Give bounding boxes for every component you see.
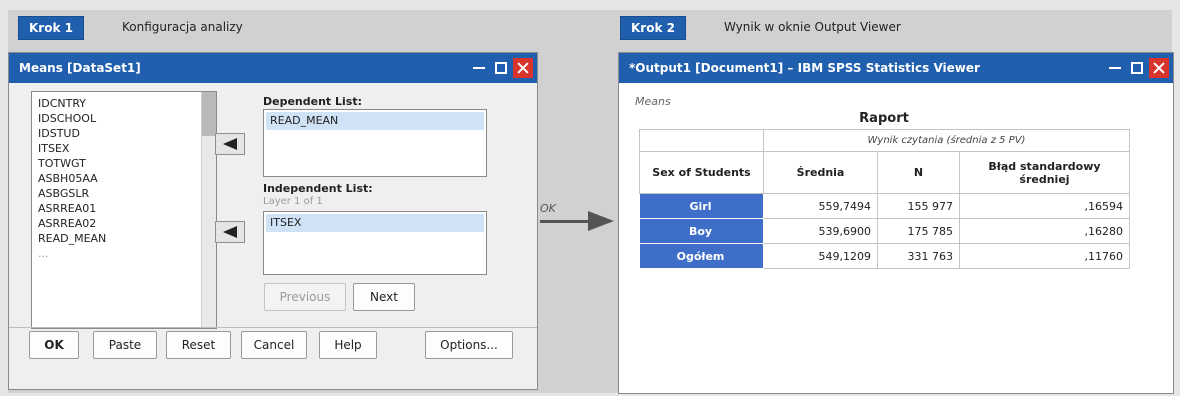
variable-list-scrollbar[interactable] bbox=[201, 92, 216, 328]
connector-label: OK bbox=[540, 202, 556, 215]
viewer-title: *Output1 [Document1] – IBM SPSS Statisti… bbox=[629, 61, 980, 75]
arrow-right-icon bbox=[588, 211, 614, 231]
means-caption: Means bbox=[635, 95, 671, 108]
column-header: Błąd standardowy średniej bbox=[959, 151, 1130, 194]
connector-arrow-line bbox=[540, 220, 592, 223]
cancel-button[interactable]: Cancel bbox=[241, 331, 307, 359]
row-header: Ogółem bbox=[639, 243, 764, 269]
dependent-list[interactable]: READ_MEAN bbox=[263, 109, 487, 177]
scrollbar-thumb[interactable] bbox=[202, 92, 216, 136]
help-button[interactable]: Help bbox=[319, 331, 377, 359]
close-icon[interactable] bbox=[513, 58, 533, 78]
step1-description: Konfiguracja analizy bbox=[122, 20, 243, 34]
maximize-icon[interactable] bbox=[491, 58, 511, 78]
move-to-independent-button[interactable] bbox=[215, 221, 245, 243]
minimize-icon[interactable] bbox=[469, 58, 489, 78]
report-table: Wynik czytania (średnia z 5 PV) Sex of S… bbox=[639, 129, 1130, 269]
row-header: Boy bbox=[639, 218, 764, 244]
independent-item[interactable]: ITSEX bbox=[266, 214, 484, 232]
list-item[interactable]: ASBH05AA bbox=[38, 171, 216, 186]
table-row: Ogółem 549,1209 331 763 ,11760 bbox=[639, 243, 1130, 269]
column-header: Sex of Students bbox=[639, 151, 764, 194]
table-row: Girl 559,7494 155 977 ,16594 bbox=[639, 193, 1130, 219]
viewer-titlebar[interactable]: *Output1 [Document1] – IBM SPSS Statisti… bbox=[619, 53, 1173, 83]
means-dialog: Means [DataSet1] IDCNTRY IDSCHOOL IDSTUD… bbox=[8, 52, 538, 390]
means-dialog-title: Means [DataSet1] bbox=[19, 61, 141, 75]
independent-list[interactable]: ITSEX bbox=[263, 211, 487, 275]
mean-cell: 539,6900 bbox=[763, 218, 878, 244]
mean-cell: 559,7494 bbox=[763, 193, 878, 219]
list-item[interactable]: IDSTUD bbox=[38, 126, 216, 141]
close-icon[interactable] bbox=[1149, 58, 1169, 78]
list-item[interactable]: ITSEX bbox=[38, 141, 216, 156]
list-item[interactable]: ASRREA01 bbox=[38, 201, 216, 216]
independent-list-label: Independent List: bbox=[263, 182, 373, 195]
maximize-icon[interactable] bbox=[1127, 58, 1147, 78]
column-header: N bbox=[877, 151, 960, 194]
paste-button[interactable]: Paste bbox=[93, 331, 157, 359]
list-item[interactable]: IDSCHOOL bbox=[38, 111, 216, 126]
ok-button[interactable]: OK bbox=[29, 331, 79, 359]
step2-badge: Krok 2 bbox=[620, 16, 686, 40]
viewer-content: Means Raport Wynik czytania (średnia z 5… bbox=[619, 83, 1173, 393]
reset-button[interactable]: Reset bbox=[166, 331, 231, 359]
list-item[interactable]: READ_MEAN bbox=[38, 231, 216, 246]
step2-description: Wynik w oknie Output Viewer bbox=[724, 20, 901, 34]
variable-list[interactable]: IDCNTRY IDSCHOOL IDSTUD ITSEX TOTWGT ASB… bbox=[31, 91, 217, 329]
list-item[interactable]: ASBGSLR bbox=[38, 186, 216, 201]
step1-badge: Krok 1 bbox=[18, 16, 84, 40]
next-button[interactable]: Next bbox=[353, 283, 415, 311]
button-divider bbox=[9, 327, 537, 328]
se-cell: ,16594 bbox=[959, 193, 1130, 219]
list-item[interactable]: TOTWGT bbox=[38, 156, 216, 171]
options-button[interactable]: Options... bbox=[425, 331, 513, 359]
list-item: ... bbox=[38, 247, 49, 260]
list-item[interactable]: ASRREA02 bbox=[38, 216, 216, 231]
means-dialog-titlebar[interactable]: Means [DataSet1] bbox=[9, 53, 537, 83]
n-cell: 175 785 bbox=[877, 218, 960, 244]
output-viewer-window: *Output1 [Document1] – IBM SPSS Statisti… bbox=[618, 52, 1174, 394]
move-to-dependent-button[interactable] bbox=[215, 133, 245, 155]
table-row: Boy 539,6900 175 785 ,16280 bbox=[639, 218, 1130, 244]
dependent-item[interactable]: READ_MEAN bbox=[266, 112, 484, 130]
n-cell: 155 977 bbox=[877, 193, 960, 219]
n-cell: 331 763 bbox=[877, 243, 960, 269]
layer-label: Layer 1 of 1 bbox=[263, 196, 323, 207]
list-item[interactable]: IDCNTRY bbox=[38, 96, 216, 111]
row-header: Girl bbox=[639, 193, 764, 219]
se-cell: ,16280 bbox=[959, 218, 1130, 244]
mean-cell: 549,1209 bbox=[763, 243, 878, 269]
column-header: Średnia bbox=[763, 151, 878, 194]
corner-cell bbox=[639, 129, 764, 152]
se-cell: ,11760 bbox=[959, 243, 1130, 269]
group-header: Wynik czytania (średnia z 5 PV) bbox=[763, 129, 1130, 152]
previous-button[interactable]: Previous bbox=[264, 283, 346, 311]
report-title: Raport bbox=[859, 111, 909, 126]
minimize-icon[interactable] bbox=[1105, 58, 1125, 78]
dependent-list-label: Dependent List: bbox=[263, 95, 362, 108]
